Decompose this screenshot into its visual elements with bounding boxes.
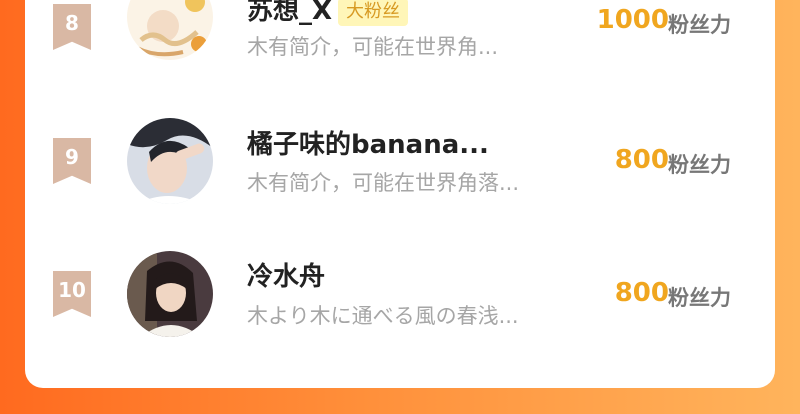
user-bio: 木有简介，可能在世界角... xyxy=(247,35,499,59)
avatar[interactable] xyxy=(127,118,213,204)
rank-number: 8 xyxy=(65,11,79,35)
list-item[interactable]: 10 冷水舟 木より木に通べる風の春浅... 800 粉丝力 xyxy=(25,246,775,346)
user-bio: 木より木に通べる風の春浅... xyxy=(247,304,519,328)
rank-number: 9 xyxy=(65,145,79,169)
rank-number: 10 xyxy=(58,278,86,302)
fans-unit-label: 粉丝力 xyxy=(668,286,731,310)
user-name[interactable]: 橘子味的banana... xyxy=(247,124,489,161)
user-name[interactable]: 苏想_X 大粉丝 xyxy=(247,0,409,27)
list-item[interactable]: 8 苏想_X 大粉丝 木有简介，可能在世界角... 1000 粉丝力 xyxy=(25,0,775,80)
user-bio: 木有简介，可能在世界角落... xyxy=(247,171,520,195)
fans-count: 800 xyxy=(614,278,669,308)
rank-ribbon: 10 xyxy=(53,271,91,317)
avatar-illustration-icon xyxy=(127,0,213,60)
avatar[interactable] xyxy=(127,251,213,337)
avatar-photo-icon xyxy=(127,251,213,337)
user-name[interactable]: 冷水舟 xyxy=(247,256,325,293)
fans-unit-label: 粉丝力 xyxy=(668,153,731,177)
rank-ribbon: 8 xyxy=(53,4,91,50)
avatar-portrait-icon xyxy=(127,118,213,204)
list-item[interactable]: 9 橘子味的banana... 木有简介，可能在世界角落... 800 粉丝力 xyxy=(25,112,775,212)
fans-unit-label: 粉丝力 xyxy=(668,13,731,37)
fans-count: 1000 xyxy=(596,5,669,35)
avatar[interactable] xyxy=(127,0,213,60)
rank-ribbon: 9 xyxy=(53,138,91,184)
fan-level-badge: 大粉丝 xyxy=(338,0,409,26)
fans-count: 800 xyxy=(614,145,669,175)
leaderboard-card: 8 苏想_X 大粉丝 木有简介，可能在世界角... 1000 粉丝力 9 橘子味… xyxy=(25,0,775,388)
